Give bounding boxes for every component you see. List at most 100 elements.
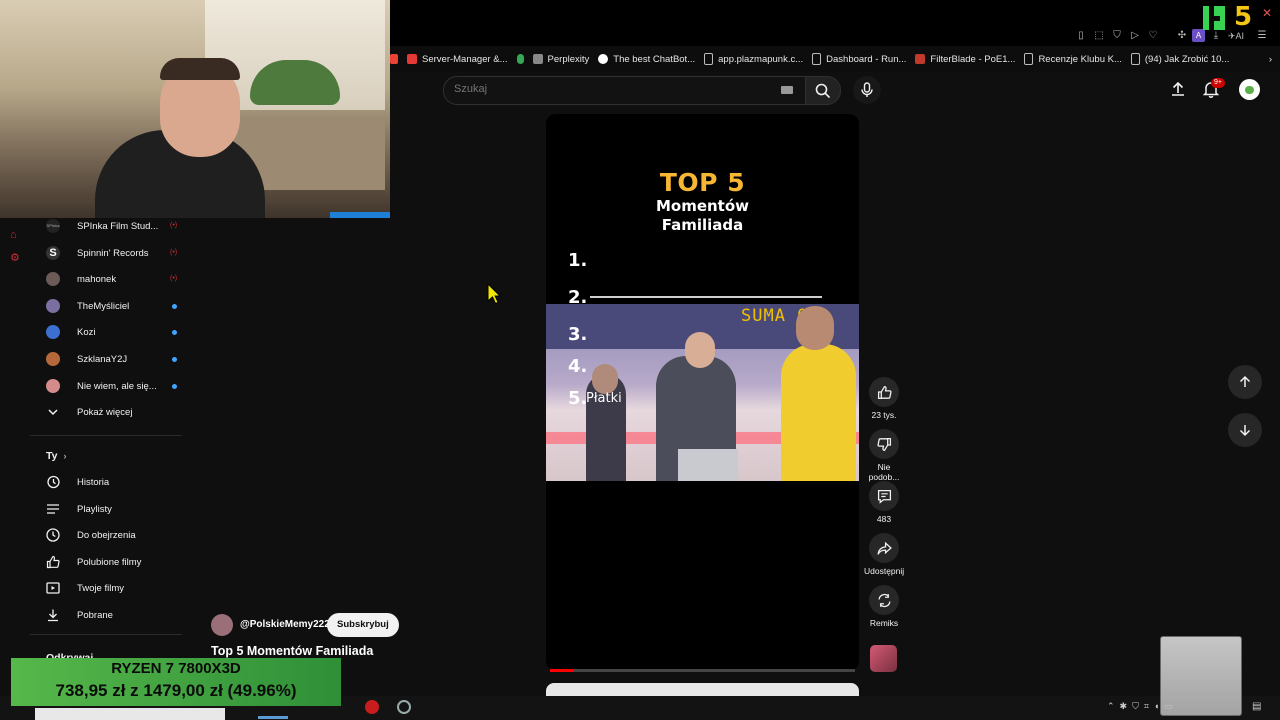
- show-more-button[interactable]: Pokaż więcej: [46, 400, 132, 424]
- next-short-button[interactable]: [1228, 413, 1262, 447]
- thumbs-down-icon: [876, 437, 891, 451]
- subscription-item[interactable]: mahonek (•): [46, 267, 177, 291]
- comment-count: 483: [876, 514, 892, 524]
- subscription-item[interactable]: S Spinnin' Records (•): [46, 241, 177, 265]
- channel-name: Spinnin' Records: [77, 247, 149, 259]
- channel-avatar: [46, 352, 60, 366]
- contestant-right: [781, 344, 856, 481]
- product-price: 738,95 zł z 1479,00 zł (49.96%): [55, 681, 297, 700]
- sidebar-item-downloads[interactable]: Pobrane: [46, 603, 113, 627]
- notification-badge: 9+: [1211, 78, 1225, 88]
- subscription-item[interactable]: SzklanaY2J: [46, 347, 177, 371]
- bookmark-4[interactable]: Dashboard - Run...: [812, 53, 915, 65]
- sound-thumbnail[interactable]: [870, 645, 897, 672]
- bookmark-icon[interactable]: ▯: [1075, 30, 1087, 42]
- chevron-right-icon: ›: [63, 451, 67, 461]
- k5-logo-five-icon: 5: [1234, 2, 1253, 32]
- notifications-button[interactable]: 9+: [1203, 78, 1225, 98]
- channel-avatar: [46, 272, 60, 286]
- share-button[interactable]: Udostępnij: [864, 533, 904, 576]
- downloads-icon: [48, 609, 58, 622]
- profile-a-icon[interactable]: A: [1192, 29, 1205, 42]
- rail-settings-icon[interactable]: ⚙: [10, 251, 20, 264]
- comments-icon: [877, 489, 891, 504]
- search-box[interactable]: [443, 76, 808, 105]
- taskbar-search[interactable]: [35, 708, 225, 720]
- close-icon[interactable]: ✕: [1262, 6, 1272, 20]
- taskbar-app-red-icon[interactable]: [365, 700, 379, 714]
- bookmark-2[interactable]: The best ChatBot...: [598, 54, 704, 65]
- channel-handle[interactable]: @PolskieMemy222: [240, 619, 330, 630]
- search-input[interactable]: [454, 83, 754, 95]
- subscription-item[interactable]: SPInka SPInka Film Stud... (•): [46, 214, 177, 238]
- bookmarks-overflow-icon[interactable]: ›: [1269, 54, 1280, 65]
- sidebar-item-history[interactable]: Historia: [46, 470, 109, 494]
- subscription-item[interactable]: Kozi: [46, 320, 177, 344]
- webcam-strip: [330, 212, 390, 218]
- notification-center-icon[interactable]: ▤: [1252, 701, 1261, 712]
- sidebar-divider: [30, 634, 182, 635]
- bookmark-1[interactable]: Perplexity: [532, 54, 599, 65]
- you-section-header[interactable]: Ty ›: [46, 444, 66, 468]
- maps-bookmark[interactable]: [516, 54, 533, 64]
- like-count: 23 tys.: [871, 410, 897, 420]
- play-icon[interactable]: ▷: [1129, 30, 1141, 42]
- bookmark-7[interactable]: (94) Jak Zrobić 10...: [1130, 53, 1238, 65]
- extensions-icon[interactable]: ✣: [1176, 30, 1188, 42]
- taskbar-active-indicator: [258, 716, 288, 719]
- buzzer-podium: [678, 449, 738, 481]
- previous-short-button[interactable]: [1228, 365, 1262, 399]
- live-indicator-icon: (•): [170, 275, 178, 282]
- short-title-card: TOP 5 Momentów Familiada: [546, 168, 859, 235]
- rank-5-answer: Płatki: [586, 391, 622, 406]
- account-avatar[interactable]: [1239, 79, 1260, 100]
- subscription-item[interactable]: TheMyśliciel: [46, 294, 177, 318]
- new-content-dot: [172, 304, 177, 309]
- dislike-button[interactable]: Nie podob...: [864, 429, 904, 482]
- search-button[interactable]: [805, 76, 841, 105]
- sidebar-item-label: Pobrane: [77, 609, 113, 621]
- dislike-label: Nie podob...: [868, 462, 900, 482]
- video-progress-bar[interactable]: [550, 669, 855, 672]
- gmail-bookmark[interactable]: [390, 54, 407, 64]
- contestant-left-head: [592, 364, 618, 394]
- new-content-dot: [172, 384, 177, 389]
- channel-avatar[interactable]: [211, 614, 233, 636]
- remix-icon: [878, 593, 890, 607]
- subscription-item[interactable]: Nie wiem, ale się...: [46, 374, 177, 398]
- share-icon: [876, 541, 892, 555]
- comments-button[interactable]: 483: [864, 481, 904, 524]
- sidebar-item-label: Polubione filmy: [77, 556, 142, 568]
- bookmark-0[interactable]: Server-Manager &...: [407, 54, 517, 65]
- share-label: Udostępnij: [864, 566, 905, 576]
- heart-icon[interactable]: ♡: [1147, 30, 1159, 42]
- taskbar-app-obs-icon[interactable]: [397, 700, 411, 714]
- bookmark-3[interactable]: app.plazmapunk.c...: [704, 53, 812, 65]
- channel-avatar: [46, 299, 60, 313]
- sidebar-item-playlists[interactable]: Playlisty: [46, 497, 112, 521]
- bookmark-6[interactable]: Recenzje Klubu K...: [1024, 53, 1130, 65]
- video-title[interactable]: Top 5 Momentów Familiada: [211, 644, 373, 658]
- rail-home-icon[interactable]: ⌂: [10, 229, 17, 241]
- bookmark-5[interactable]: FilterBlade - PoE1...: [915, 54, 1024, 65]
- screenshot-icon[interactable]: ⬚: [1093, 30, 1105, 42]
- shield-icon[interactable]: ⛉: [1111, 30, 1123, 42]
- like-button[interactable]: 23 tys.: [864, 377, 904, 420]
- remix-button[interactable]: Remiks: [864, 585, 904, 628]
- subscribe-button[interactable]: Subskrybuj: [327, 613, 399, 637]
- live-indicator-icon: (•): [170, 249, 178, 256]
- short-player[interactable]: TOP 5 Momentów Familiada 1. 2. SUMA 0 3.…: [546, 114, 859, 671]
- next-short-peek[interactable]: [546, 683, 859, 696]
- rank-3: 3.: [568, 324, 588, 345]
- sidebar-item-watch-later[interactable]: Do obejrzenia: [46, 523, 136, 547]
- voice-search-button[interactable]: [853, 76, 881, 104]
- liked-icon: [46, 555, 60, 569]
- sidebar-item-your-videos[interactable]: Twoje filmy: [46, 576, 124, 600]
- sidebar-item-liked[interactable]: Polubione filmy: [46, 550, 141, 574]
- contestant-right-head: [796, 306, 834, 350]
- playlists-icon: [47, 504, 59, 514]
- upload-button[interactable]: [1170, 81, 1186, 97]
- download-icon[interactable]: ⤓: [1210, 30, 1222, 42]
- keyboard-icon[interactable]: [781, 86, 793, 94]
- menu-icon[interactable]: ☰: [1256, 30, 1268, 42]
